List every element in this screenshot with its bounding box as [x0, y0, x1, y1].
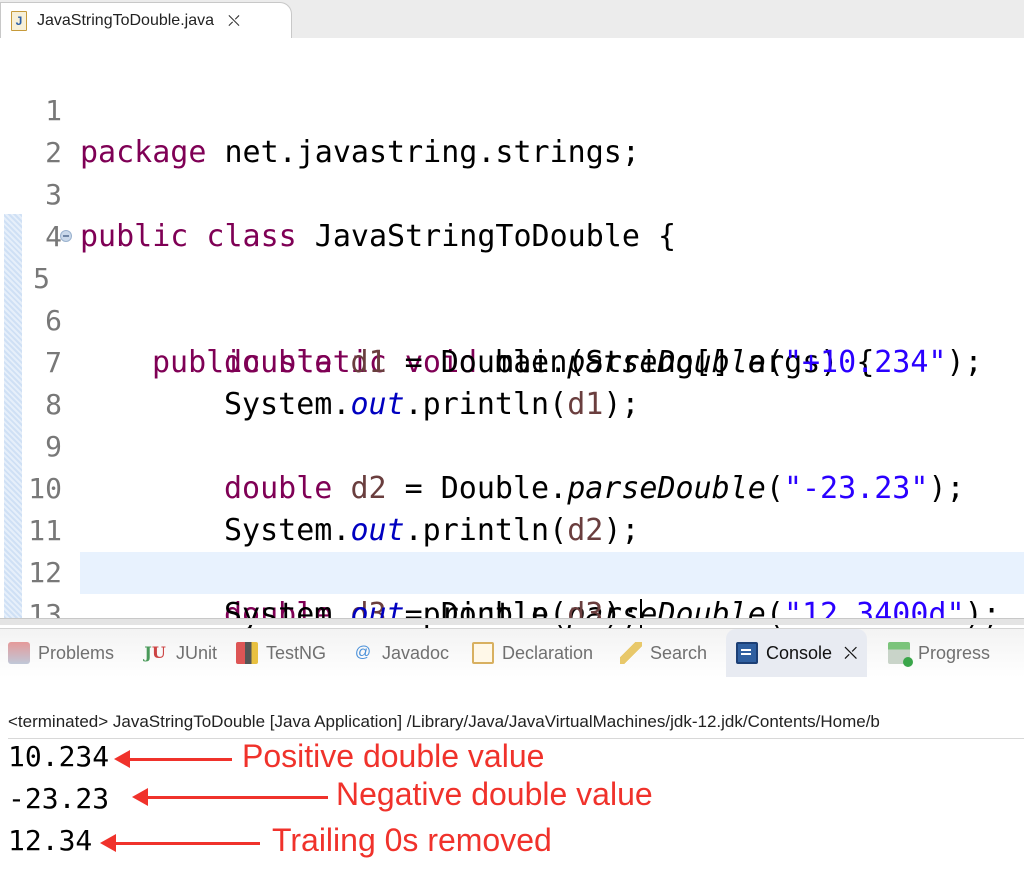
tab-javadoc[interactable]: @ Javadoc: [352, 629, 449, 677]
search-icon: [620, 642, 642, 664]
code-line: 8: [0, 342, 1024, 421]
tab-console[interactable]: Console ⛌: [726, 629, 868, 677]
code-line: 5 public static void main(String[] args)…: [0, 216, 1024, 380]
java-file-icon: J: [11, 10, 27, 31]
editor-tab-bar: J JavaStringToDouble.java ⛌: [0, 0, 1024, 39]
junit-icon-u: U: [151, 643, 166, 662]
current-code-line: System.out.println(d3);: [80, 552, 1024, 633]
tab-label: Javadoc: [382, 642, 450, 663]
tab-junit[interactable]: JU JUnit: [142, 629, 217, 677]
code-editor[interactable]: 1 package net.javastring.strings; 2 3 pu…: [0, 38, 1024, 633]
code-line: 13: [0, 552, 80, 631]
code-line: 14: [0, 594, 1024, 618]
testng-icon: [236, 642, 258, 664]
code-line: 4: [0, 174, 1024, 253]
annotation-label: Trailing 0s removed: [272, 822, 552, 858]
javadoc-icon: @: [354, 644, 372, 661]
tab-label: Console: [766, 642, 833, 663]
tab-testng[interactable]: TestNG: [236, 629, 326, 677]
code-line: 12 double d3 = Double.parseDouble("12.34…: [0, 510, 1024, 632]
code-line: 6 double d1 = Double.parseDouble("+10.23…: [0, 258, 1024, 380]
tab-label: Declaration: [502, 642, 594, 663]
console-output-line: -23.23: [8, 782, 110, 815]
close-icon[interactable]: ⛌: [228, 11, 240, 31]
tab-label: JUnit: [176, 642, 218, 663]
views-tab-bar: Problems JU JUnit TestNG @ Javadoc Decla…: [0, 628, 1024, 677]
annotation-label: Negative double value: [336, 776, 653, 812]
annotation-arrow: [132, 788, 328, 806]
tab-label: Progress: [918, 642, 991, 663]
editor-tab-label: JavaStringToDouble.java: [37, 11, 214, 29]
tab-search[interactable]: Search: [620, 629, 707, 677]
tab-problems[interactable]: Problems: [8, 629, 114, 677]
code-line: 1 package net.javastring.strings;: [0, 48, 1024, 170]
code-line: 11: [0, 468, 1024, 547]
collapse-icon[interactable]: [60, 230, 72, 242]
declaration-icon: [472, 642, 494, 664]
tab-declaration[interactable]: Declaration: [472, 629, 593, 677]
code-line: 7 System.out.println(d1);: [0, 300, 1024, 422]
tab-progress[interactable]: Progress: [888, 629, 990, 677]
code-line: 10 System.out.println(d2);: [0, 426, 1024, 548]
editor-border: [0, 618, 1024, 625]
console-icon: [736, 642, 758, 664]
progress-icon: [888, 642, 913, 667]
junit-icon-j: J: [144, 643, 152, 662]
annotation-arrow: [100, 834, 260, 852]
console-output-line: 10.234: [8, 740, 110, 773]
tab-label: Search: [650, 642, 708, 663]
editor-tab-java-string-to-double[interactable]: J JavaStringToDouble.java ⛌: [0, 2, 292, 38]
annotation-label: Positive double value: [242, 738, 545, 774]
code-line: 3 public class JavaStringToDouble {: [0, 132, 1024, 254]
annotation-arrow: [114, 750, 232, 768]
problems-icon: [8, 642, 30, 664]
junit-icon: JU: [142, 642, 168, 664]
close-icon[interactable]: ⛌: [844, 643, 857, 664]
code-line: 2: [0, 90, 1024, 169]
console-launch-header: <terminated> JavaStringToDouble [Java Ap…: [8, 712, 1024, 739]
tab-label: TestNG: [266, 642, 327, 663]
code-line: 9 double d2 = Double.parseDouble("-23.23…: [0, 384, 1024, 506]
tab-label: Problems: [38, 642, 115, 663]
console-output-line: 12.34: [8, 824, 93, 857]
